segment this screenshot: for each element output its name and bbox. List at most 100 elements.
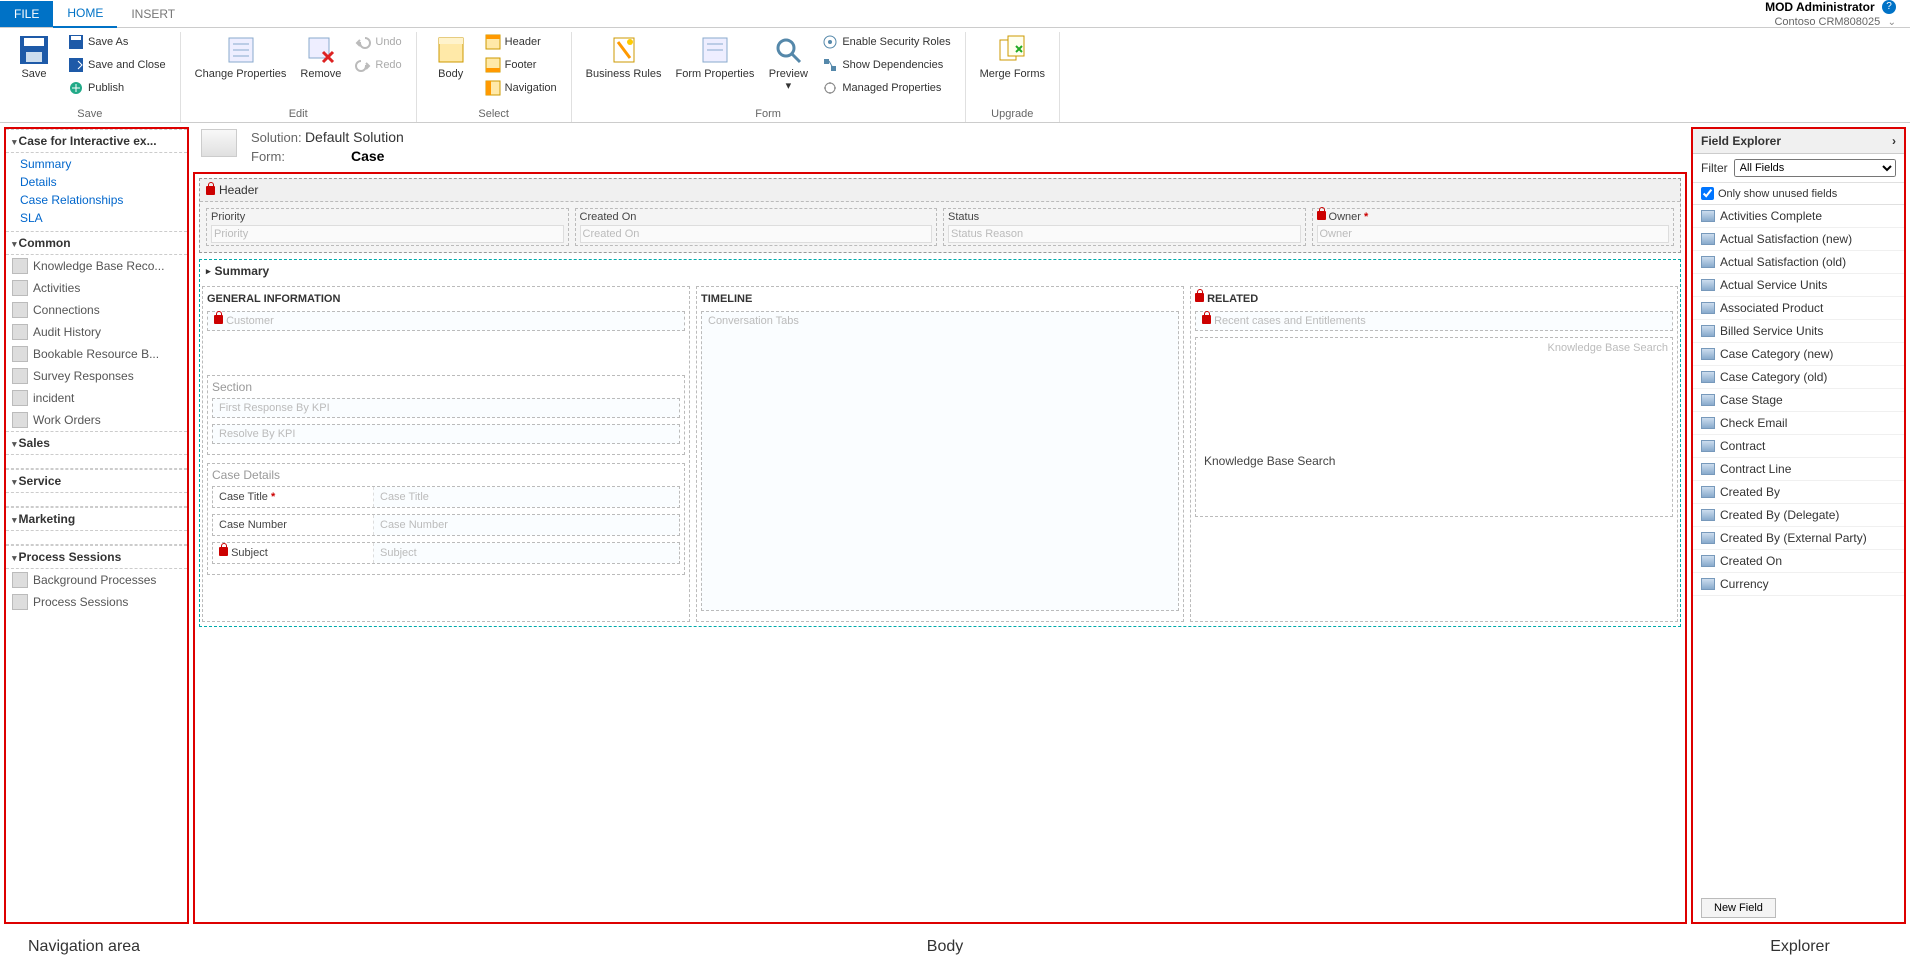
filter-select[interactable]: All Fields (1734, 159, 1896, 177)
header-field[interactable]: StatusStatus Reason (943, 208, 1306, 246)
nav-sales[interactable]: Sales (6, 431, 187, 455)
lock-icon (206, 186, 215, 195)
explorer-field[interactable]: Actual Satisfaction (old) (1693, 251, 1904, 274)
explorer-field[interactable]: Created By (Delegate) (1693, 504, 1904, 527)
explorer-field[interactable]: Created On (1693, 550, 1904, 573)
header-button[interactable]: Header (481, 32, 561, 52)
nav-link[interactable]: Case Relationships (20, 191, 187, 209)
explorer-field[interactable]: Billed Service Units (1693, 320, 1904, 343)
ribbon-group-form: Form (755, 106, 781, 120)
only-unused-checkbox[interactable] (1701, 187, 1714, 200)
redo-button[interactable]: Redo (351, 55, 405, 75)
explorer-field[interactable]: Created By (1693, 481, 1904, 504)
undo-button[interactable]: Undo (351, 32, 405, 52)
annotation-labels: Navigation area Body Explorer (0, 924, 1910, 956)
nav-common[interactable]: Common (6, 231, 187, 255)
explorer-title: Field Explorer› (1693, 129, 1904, 154)
solution-icon (201, 129, 237, 157)
new-field-button[interactable]: New Field (1701, 898, 1776, 918)
remove-button[interactable]: Remove (296, 32, 345, 82)
nav-item[interactable]: Process Sessions (6, 591, 187, 613)
explorer-field[interactable]: Case Stage (1693, 389, 1904, 412)
publish-button[interactable]: Publish (64, 78, 170, 98)
footer-button[interactable]: Footer (481, 55, 561, 75)
field-customer[interactable]: Customer (207, 311, 685, 331)
field-explorer: Field Explorer› Filter All Fields Only s… (1691, 127, 1906, 924)
nav-item[interactable]: Survey Responses (6, 365, 187, 387)
field-recent-cases[interactable]: Recent cases and Entitlements (1195, 311, 1673, 331)
help-icon[interactable]: ? (1882, 0, 1896, 14)
explorer-field[interactable]: Associated Product (1693, 297, 1904, 320)
nav-link[interactable]: SLA (20, 209, 187, 227)
nav-item[interactable]: Knowledge Base Reco... (6, 255, 187, 277)
explorer-field[interactable]: Case Category (new) (1693, 343, 1904, 366)
nav-service[interactable]: Service (6, 469, 187, 493)
user-info: MOD Administrator ? Contoso CRM808025 ⌄ (1765, 0, 1910, 28)
business-rules-button[interactable]: Business Rules (582, 32, 666, 82)
filter-label: Filter (1701, 161, 1728, 175)
explorer-field[interactable]: Actual Service Units (1693, 274, 1904, 297)
ribbon: Save Save As Save and Close Publish Save… (0, 28, 1910, 123)
tab-file[interactable]: FILE (0, 1, 53, 27)
save-close-button[interactable]: Save and Close (64, 55, 170, 75)
nav-item[interactable]: Bookable Resource B... (6, 343, 187, 365)
field-case-title[interactable]: Case Title * Case Title (212, 486, 680, 508)
nav-item[interactable]: Connections (6, 299, 187, 321)
field-kpi[interactable]: Resolve By KPI (212, 424, 680, 444)
col-related: RELATED (1195, 291, 1673, 311)
explorer-field[interactable]: Activities Complete (1693, 205, 1904, 228)
tab-home[interactable]: HOME (53, 0, 117, 28)
section-label: Section (212, 380, 680, 398)
form-properties-button[interactable]: Form Properties (671, 32, 758, 82)
nav-marketing[interactable]: Marketing (6, 507, 187, 531)
nav-root[interactable]: Case for Interactive ex... (6, 129, 187, 153)
explorer-field[interactable]: Actual Satisfaction (new) (1693, 228, 1904, 251)
managed-properties-button[interactable]: Managed Properties (818, 78, 954, 98)
ribbon-group-save: Save (77, 106, 102, 120)
explorer-field[interactable]: Check Email (1693, 412, 1904, 435)
save-button[interactable]: Save (10, 32, 58, 82)
only-unused-label: Only show unused fields (1718, 188, 1837, 200)
nav-item[interactable]: Work Orders (6, 409, 187, 431)
save-as-button[interactable]: Save As (64, 32, 170, 52)
explorer-field[interactable]: Created By (External Party) (1693, 527, 1904, 550)
explorer-field[interactable]: Contract Line (1693, 458, 1904, 481)
nav-item[interactable]: Activities (6, 277, 187, 299)
merge-forms-button[interactable]: Merge Forms (976, 32, 1049, 82)
case-details-label: Case Details (212, 468, 680, 486)
show-dependencies-button[interactable]: Show Dependencies (818, 55, 954, 75)
explorer-field[interactable]: Contract (1693, 435, 1904, 458)
security-roles-button[interactable]: Enable Security Roles (818, 32, 954, 52)
tab-insert[interactable]: INSERT (117, 1, 189, 27)
navigation-button[interactable]: Navigation (481, 78, 561, 98)
chevron-right-icon[interactable]: › (1892, 134, 1896, 148)
explorer-field[interactable]: Currency (1693, 573, 1904, 596)
chevron-down-icon[interactable]: ⌄ (1888, 17, 1896, 28)
field-subject[interactable]: Subject Subject (212, 542, 680, 564)
ribbon-group-select: Select (478, 106, 509, 120)
navigation-panel: Case for Interactive ex... SummaryDetail… (4, 127, 189, 924)
nav-link[interactable]: Summary (20, 155, 187, 173)
kb-search-area[interactable]: Knowledge Base Search Knowledge Base Sea… (1195, 337, 1673, 517)
timeline-area[interactable]: Conversation Tabs (701, 311, 1179, 611)
nav-item[interactable]: incident (6, 387, 187, 409)
change-properties-button[interactable]: Change Properties (191, 32, 291, 82)
header-field[interactable]: Owner *Owner (1312, 208, 1675, 246)
user-name: MOD Administrator (1765, 0, 1875, 14)
preview-button[interactable]: Preview▾ (764, 32, 812, 94)
nav-item[interactable]: Audit History (6, 321, 187, 343)
nav-item[interactable]: Background Processes (6, 569, 187, 591)
nav-link[interactable]: Details (20, 173, 187, 191)
explorer-field[interactable]: Case Category (old) (1693, 366, 1904, 389)
field-case-number[interactable]: Case Number Case Number (212, 514, 680, 536)
header-field[interactable]: Created OnCreated On (575, 208, 938, 246)
form-canvas[interactable]: Header PriorityPriorityCreated OnCreated… (193, 172, 1687, 924)
col-timeline: TIMELINE (701, 291, 1179, 311)
org-name: Contoso CRM808025 (1774, 16, 1880, 28)
nav-process[interactable]: Process Sessions (6, 545, 187, 569)
ribbon-group-edit: Edit (289, 106, 308, 120)
ribbon-group-upgrade: Upgrade (991, 106, 1033, 120)
header-field[interactable]: PriorityPriority (206, 208, 569, 246)
body-button[interactable]: Body (427, 32, 475, 82)
field-kpi[interactable]: First Response By KPI (212, 398, 680, 418)
